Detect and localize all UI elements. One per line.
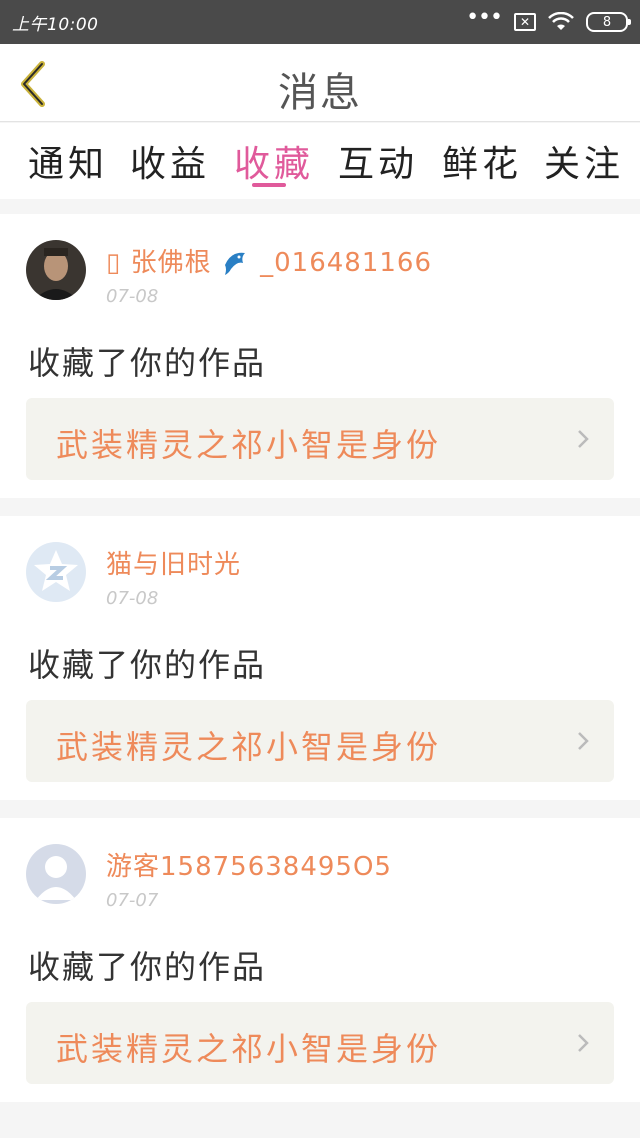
battery-icon: 8 bbox=[586, 12, 631, 32]
active-tab-indicator bbox=[252, 183, 286, 187]
status-time: 上午10:00 bbox=[12, 14, 99, 35]
sim-icon: ✕ bbox=[514, 13, 536, 31]
more-dots-icon: ••• bbox=[466, 5, 503, 30]
tab-flowers[interactable]: 鲜花 bbox=[442, 135, 522, 187]
avatar[interactable] bbox=[26, 240, 86, 300]
message-date: 07-08 bbox=[106, 588, 159, 609]
username[interactable]: 猫与旧时光 bbox=[106, 544, 241, 581]
tab-favorites[interactable]: 收藏 bbox=[234, 135, 314, 187]
action-text: 收藏了你的作品 bbox=[28, 646, 267, 684]
list-item: 游客15875638495O5 07-07 收藏了你的作品 武装精灵之祁小智是身… bbox=[0, 818, 640, 1102]
tab-interactions[interactable]: 互动 bbox=[338, 135, 418, 187]
work-title: 武装精灵之祁小智是身份 bbox=[56, 1030, 442, 1068]
default-user-avatar-icon bbox=[26, 844, 86, 904]
photo-avatar-icon bbox=[26, 240, 86, 300]
work-link[interactable]: 武装精灵之祁小智是身份 bbox=[26, 398, 614, 480]
username[interactable]: ▯ 张佛根 _016481166 bbox=[106, 242, 432, 279]
tab-notifications[interactable]: 通知 bbox=[28, 135, 108, 187]
work-title: 武装精灵之祁小智是身份 bbox=[56, 728, 442, 766]
list-item: ▯ 张佛根 _016481166 07-08 收藏了你的作品 武装精灵之祁小智是… bbox=[0, 214, 640, 498]
tab-earnings[interactable]: 收益 bbox=[130, 135, 210, 187]
header: 消息 bbox=[0, 44, 640, 122]
action-text: 收藏了你的作品 bbox=[28, 948, 267, 986]
avatar[interactable] bbox=[26, 542, 86, 602]
work-link[interactable]: 武装精灵之祁小智是身份 bbox=[26, 1002, 614, 1084]
dolphin-emoji-icon bbox=[224, 252, 245, 275]
avatar[interactable] bbox=[26, 844, 86, 904]
page-title: 消息 bbox=[278, 70, 362, 116]
qzone-avatar-icon bbox=[26, 542, 86, 602]
chevron-right-icon bbox=[578, 430, 589, 448]
work-link[interactable]: 武装精灵之祁小智是身份 bbox=[26, 700, 614, 782]
message-date: 07-07 bbox=[106, 890, 159, 911]
chevron-right-icon bbox=[578, 732, 589, 750]
list-item: 猫与旧时光 07-08 收藏了你的作品 武装精灵之祁小智是身份 bbox=[0, 516, 640, 800]
message-date: 07-08 bbox=[106, 286, 159, 307]
username[interactable]: 游客15875638495O5 bbox=[106, 846, 392, 883]
work-title: 武装精灵之祁小智是身份 bbox=[56, 426, 442, 464]
tab-follows[interactable]: 关注 bbox=[544, 135, 624, 187]
action-text: 收藏了你的作品 bbox=[28, 344, 267, 382]
tab-bar: 通知 收益 收藏 互动 鲜花 关注 bbox=[0, 123, 640, 199]
status-bar: 上午10:00 ••• ✕ 8 bbox=[0, 0, 640, 44]
status-icons: ••• ✕ 8 bbox=[466, 7, 631, 32]
wifi-icon bbox=[548, 12, 574, 30]
chevron-right-icon bbox=[578, 1034, 589, 1052]
